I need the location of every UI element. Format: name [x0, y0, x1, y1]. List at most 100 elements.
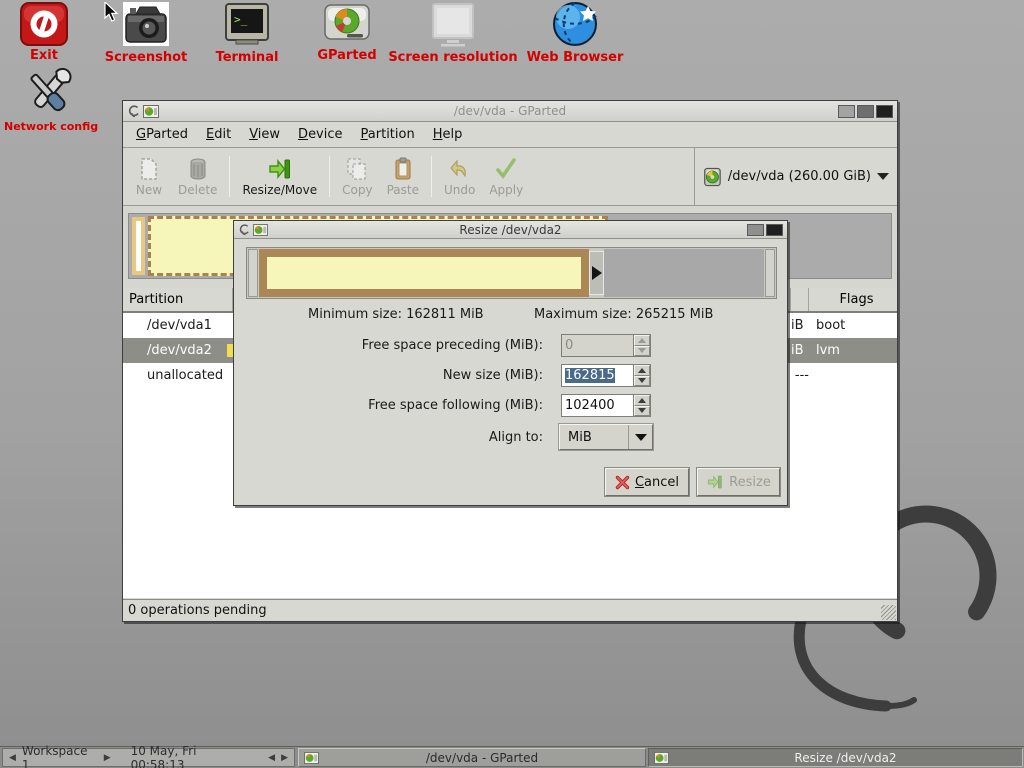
field-free-space-preceding: Free space preceding (MiB): 0 — [234, 334, 787, 357]
free-space-region — [604, 249, 764, 297]
spin-up-button[interactable] — [634, 395, 650, 406]
toolbar-delete-button[interactable]: Delete — [171, 150, 224, 203]
toolbar-separator — [329, 156, 330, 197]
clock: 10 May, Fri 00:58:13 — [131, 744, 253, 768]
task-button-gparted[interactable]: /dev/vda - GParted — [298, 748, 646, 767]
close-button[interactable] — [876, 105, 893, 118]
device-combo[interactable]: /dev/vda (260.00 GiB) — [694, 148, 897, 205]
right-grip[interactable] — [765, 249, 775, 297]
field-new-size: New size (MiB): 162815 — [234, 364, 787, 387]
spin-down-button[interactable] — [634, 376, 650, 387]
statusbar: 0 operations pending — [123, 599, 897, 621]
delete-icon — [187, 157, 209, 181]
task-button-resize-dialog[interactable]: Resize /dev/vda2 — [648, 748, 1023, 767]
menu-gparted[interactable]: GParted — [127, 124, 197, 145]
window-title: /dev/vda - GParted — [123, 104, 897, 118]
new-size-spinbox[interactable]: 162815 — [561, 364, 651, 387]
cancel-x-icon — [615, 475, 630, 490]
toolbar-apply-button[interactable]: Apply — [482, 150, 530, 203]
menu-partition[interactable]: Partition — [352, 124, 424, 145]
gparted-mini-icon — [654, 752, 669, 764]
down-arrow-icon — [638, 378, 646, 383]
gparted-mini-icon — [304, 752, 319, 764]
spin-down-button[interactable] — [634, 406, 650, 417]
field-align-to: Align to: MiB — [234, 424, 787, 450]
down-arrow-icon — [638, 408, 646, 413]
taskbar: ◀ Workspace 1 ▶ 10 May, Fri 00:58:13 ◀ ▶… — [0, 746, 1024, 768]
partition-region[interactable] — [259, 249, 589, 297]
debian-mini-icon — [238, 223, 250, 236]
combo-dropdown-button[interactable] — [628, 425, 652, 449]
globe-icon — [548, 0, 602, 48]
camera-icon — [118, 2, 174, 48]
resize-slider — [246, 247, 777, 299]
toolbar: New Delete Resize/Move — [123, 148, 897, 206]
task-title: /dev/vda - GParted — [324, 751, 640, 765]
maximize-button[interactable] — [857, 105, 874, 118]
apply-check-icon — [494, 157, 518, 181]
maximum-size-label: Maximum size: 265215 MiB — [534, 307, 713, 322]
align-to-combo[interactable]: MiB — [559, 424, 653, 450]
toolbar-resize-move-button[interactable]: Resize/Move — [235, 150, 324, 203]
copy-icon — [345, 157, 369, 181]
desktop-icon-web-browser[interactable]: Web Browser — [512, 0, 638, 65]
header-flags[interactable]: Flags — [809, 288, 897, 311]
dialog-titlebar[interactable]: Resize /dev/vda2 — [234, 221, 787, 239]
left-grip[interactable] — [248, 249, 258, 297]
chevron-down-icon — [635, 434, 647, 441]
free-space-preceding-spinbox[interactable]: 0 — [561, 334, 651, 357]
toolbar-undo-button[interactable]: Undo — [437, 150, 482, 203]
workspace-label: Workspace 1 — [22, 744, 98, 768]
terminal-icon: >_ — [218, 2, 276, 48]
desktop-icon-gparted[interactable]: GParted — [314, 2, 380, 63]
paste-icon — [392, 157, 414, 181]
task-next-icon[interactable]: ▶ — [281, 753, 288, 763]
free-space-following-spinbox[interactable]: 102400 — [561, 394, 651, 417]
toolbar-copy-button[interactable]: Copy — [335, 150, 379, 203]
desktop-icon-terminal[interactable]: >_ Terminal — [204, 2, 290, 65]
mouse-cursor — [104, 2, 122, 24]
resize-track — [259, 249, 764, 297]
debian-mini-icon — [127, 104, 140, 118]
desktop-icon-network-config[interactable]: Network config — [4, 68, 94, 133]
desktop: Exit Screenshot >_ Terminal — [0, 0, 1024, 768]
desktop-icon-screen-resolution[interactable]: Screen resolution — [388, 2, 518, 65]
toolbar-paste-button[interactable]: Paste — [380, 150, 426, 203]
desktop-icon-exit[interactable]: Exit — [8, 2, 80, 63]
menu-device[interactable]: Device — [289, 124, 351, 145]
down-arrow-icon — [638, 348, 646, 353]
resize-move-icon — [268, 157, 292, 181]
menu-help[interactable]: Help — [424, 124, 472, 145]
minimize-button[interactable] — [838, 105, 855, 118]
partition-block-vda1[interactable] — [132, 217, 145, 275]
icon-label: Network config — [4, 120, 94, 133]
header-size[interactable] — [791, 288, 809, 311]
close-button[interactable] — [766, 224, 783, 236]
monitor-icon — [425, 2, 481, 48]
task-prev-icon[interactable]: ◀ — [268, 753, 275, 763]
header-partition[interactable]: Partition — [123, 288, 233, 311]
resize-confirm-button[interactable]: Resize — [697, 468, 780, 496]
resize-handle[interactable] — [589, 251, 604, 295]
status-text: 0 operations pending — [128, 603, 267, 618]
resize-grip[interactable] — [881, 605, 896, 620]
spin-up-button[interactable] — [634, 365, 650, 376]
arrow-right-icon — [592, 266, 602, 280]
toolbar-new-button[interactable]: New — [127, 150, 171, 203]
menu-edit[interactable]: Edit — [197, 124, 240, 145]
maximize-button[interactable] — [747, 224, 764, 236]
gparted-titlebar[interactable]: /dev/vda - GParted — [123, 101, 897, 122]
menu-view[interactable]: View — [240, 124, 289, 145]
field-free-space-following: Free space following (MiB): 102400 — [234, 394, 787, 417]
icon-label: Screenshot — [96, 50, 196, 65]
device-label: /dev/vda (260.00 GiB) — [728, 169, 871, 184]
spin-up-button[interactable] — [634, 335, 650, 346]
workspace-next-icon[interactable]: ▶ — [104, 753, 111, 763]
toolbar-separator — [229, 156, 230, 197]
minimum-size-label: Minimum size: 162811 MiB — [308, 307, 484, 322]
tools-icon — [19, 68, 79, 118]
workspace-prev-icon[interactable]: ◀ — [9, 753, 16, 763]
spin-down-button[interactable] — [634, 346, 650, 357]
svg-text:>_: >_ — [234, 13, 248, 26]
cancel-button[interactable]: Cancel — [605, 468, 689, 496]
